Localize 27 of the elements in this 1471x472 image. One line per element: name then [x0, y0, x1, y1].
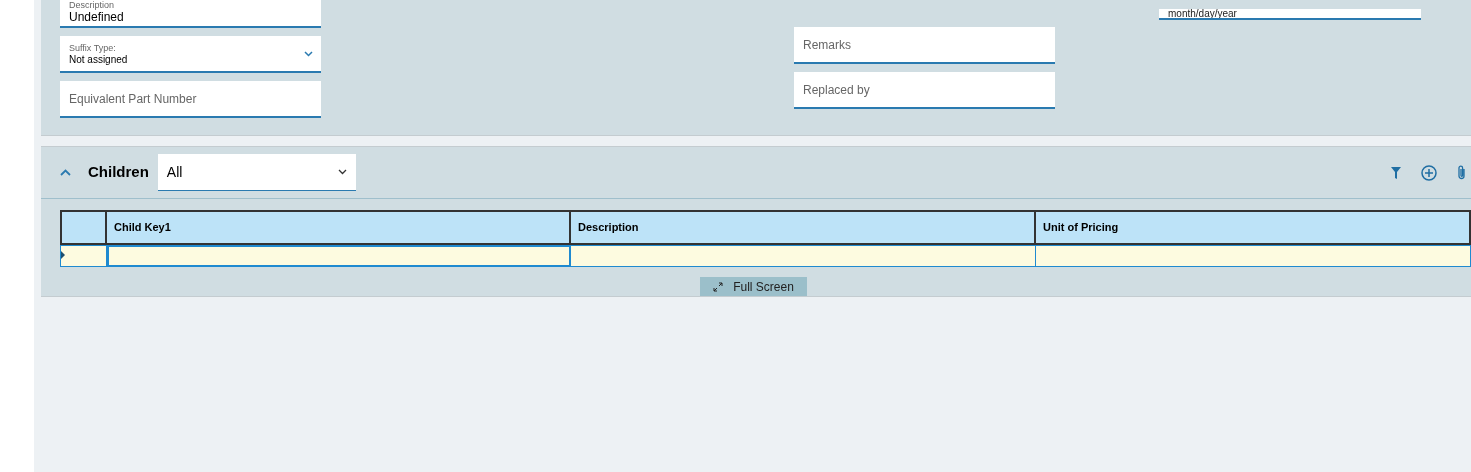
description-field[interactable]: Description Undefined [60, 0, 321, 28]
table-cell[interactable] [1036, 245, 1471, 267]
field-value: Undefined [69, 10, 125, 24]
field-value: Not assigned [69, 53, 129, 66]
column-header[interactable]: Unit of Pricing [1036, 210, 1471, 245]
current-row-icon [61, 251, 65, 259]
section-title: Children [88, 162, 149, 183]
filter-dropdown[interactable]: All [157, 154, 356, 191]
field-label: Suffix Type: [69, 41, 117, 54]
expand-icon [713, 281, 724, 292]
table-cell[interactable] [571, 245, 1036, 267]
filter-icon[interactable] [1391, 166, 1401, 179]
chevron-down-icon [337, 169, 347, 175]
row-selector[interactable] [60, 245, 107, 267]
input-field[interactable]: Equivalent Part Number [60, 81, 321, 118]
header-cell [60, 210, 107, 245]
input-field[interactable]: Remarks [794, 27, 1055, 64]
input-field[interactable]: Replaced by [794, 72, 1055, 109]
chevron-down-icon [304, 50, 313, 57]
suffix-type-dropdown[interactable]: Suffix Type: Not assigned [60, 36, 321, 73]
column-header[interactable]: Description [571, 210, 1036, 245]
column-header[interactable]: Child Key1 [107, 210, 571, 245]
table-cell[interactable] [107, 245, 571, 267]
paperclip-icon[interactable] [1457, 165, 1466, 180]
full-screen-button[interactable]: Full Screen [700, 277, 807, 296]
field-label: Description [69, 0, 116, 10]
add-circle-icon[interactable] [1421, 164, 1437, 181]
